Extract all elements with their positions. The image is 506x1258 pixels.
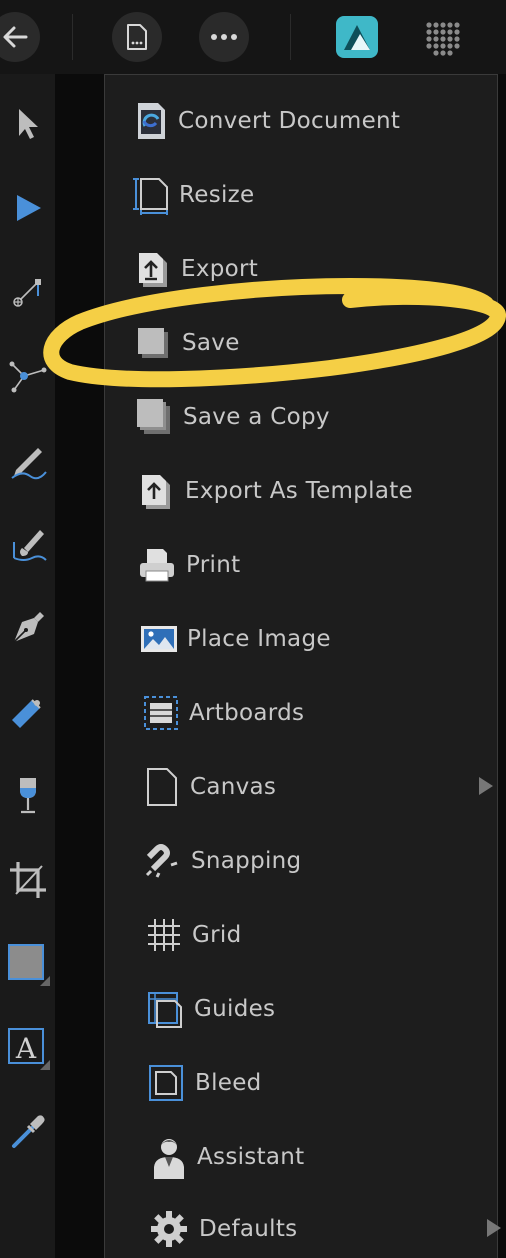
svg-text:A: A — [14, 1032, 36, 1065]
export-icon — [131, 247, 175, 291]
menu-item-convert-document[interactable]: Convert Document — [105, 85, 497, 157]
menu-item-save[interactable]: Save — [105, 307, 497, 379]
app-persona-button[interactable] — [336, 16, 378, 58]
magnet-icon — [141, 839, 185, 883]
menu-item-label: Defaults — [199, 1216, 298, 1242]
menu-item-label: Guides — [194, 996, 276, 1022]
menu-item-guides[interactable]: Guides — [105, 973, 497, 1045]
chevron-right-icon — [479, 777, 493, 795]
menu-item-label: Bleed — [195, 1070, 262, 1096]
assistant-icon — [147, 1135, 191, 1179]
menu-item-label: Convert Document — [178, 108, 401, 134]
menu-item-defaults[interactable]: Defaults — [105, 1193, 501, 1258]
point-transform-icon — [9, 361, 46, 393]
rectangle-tool[interactable] — [0, 934, 55, 994]
fill-tool[interactable] — [0, 682, 55, 742]
convert-document-icon — [129, 99, 173, 143]
menu-item-label: Export — [181, 256, 259, 282]
menu-item-artboards[interactable]: Artboards — [105, 677, 497, 749]
transparency-tool[interactable] — [0, 766, 55, 826]
menu-item-resize[interactable]: Resize — [105, 159, 497, 231]
corner-tool[interactable] — [0, 262, 55, 322]
node-tool-icon — [16, 195, 41, 221]
node-tool[interactable] — [0, 178, 55, 238]
crop-tool-icon — [9, 862, 46, 898]
toolbar-divider — [72, 14, 73, 60]
vector-brush-icon — [12, 530, 47, 561]
more-button[interactable] — [199, 12, 249, 62]
printer-icon — [135, 543, 179, 587]
pen-tool-icon — [12, 612, 44, 643]
corner-tool-icon — [12, 279, 41, 307]
export-template-icon — [134, 469, 178, 513]
menu-item-canvas[interactable]: Canvas — [105, 751, 497, 823]
more-icon — [211, 34, 237, 40]
affinity-designer-icon — [336, 16, 378, 58]
point-transform-tool[interactable] — [0, 346, 55, 406]
place-image-icon — [137, 617, 181, 661]
menu-item-label: Place Image — [187, 626, 331, 652]
gear-icon — [147, 1207, 191, 1251]
menu-item-label: Save — [182, 330, 240, 356]
text-tool-icon: A — [7, 1028, 50, 1070]
menu-item-export[interactable]: Export — [105, 233, 497, 305]
menu-item-grid[interactable]: Grid — [105, 899, 497, 971]
back-button[interactable] — [0, 12, 40, 62]
menu-item-save-a-copy[interactable]: Save a Copy — [105, 381, 497, 453]
color-picker-tool[interactable] — [0, 1102, 55, 1162]
move-tool[interactable] — [0, 94, 55, 154]
guides-icon — [143, 987, 187, 1031]
menu-item-assistant[interactable]: Assistant — [105, 1121, 497, 1193]
artboards-icon — [139, 691, 183, 735]
color-picker-icon — [11, 1115, 45, 1148]
pen-tool[interactable] — [0, 598, 55, 658]
pencil-tool-icon — [10, 448, 47, 480]
menu-item-label: Export As Template — [185, 478, 413, 504]
menu-item-label: Assistant — [197, 1144, 305, 1170]
menu-item-label: Grid — [192, 922, 242, 948]
move-tool-icon — [18, 109, 38, 139]
save-copy-icon — [132, 395, 176, 439]
text-tool[interactable]: A — [0, 1018, 55, 1078]
vector-brush-tool[interactable] — [0, 514, 55, 574]
canvas-icon — [140, 765, 184, 809]
transparency-tool-icon — [19, 778, 36, 814]
menu-item-label: Snapping — [191, 848, 302, 874]
pencil-tool[interactable] — [0, 430, 55, 490]
resize-icon — [129, 173, 173, 217]
menu-item-label: Save a Copy — [183, 404, 330, 430]
menu-item-label: Artboards — [189, 700, 305, 726]
fill-tool-icon — [11, 699, 41, 728]
menu-item-label: Canvas — [190, 774, 277, 800]
toolbar-divider — [290, 14, 291, 60]
app-window: A Convert Document Resize Export Save Sa… — [0, 0, 506, 1258]
chevron-right-icon — [487, 1219, 501, 1237]
crop-tool[interactable] — [0, 850, 55, 910]
document-button[interactable] — [112, 12, 162, 62]
grid-dots-icon — [426, 22, 460, 56]
rectangle-tool-icon — [7, 944, 50, 986]
save-icon — [131, 321, 175, 365]
document-icon — [127, 24, 147, 50]
menu-item-label: Print — [186, 552, 241, 578]
arrow-left-icon — [3, 26, 28, 48]
grid-icon — [142, 913, 186, 957]
top-toolbar — [0, 0, 506, 74]
menu-item-label: Resize — [179, 182, 255, 208]
persona-switch-button[interactable] — [423, 17, 463, 57]
document-menu: Convert Document Resize Export Save Save… — [104, 74, 501, 1258]
tools-panel: A — [0, 74, 55, 1258]
menu-item-print[interactable]: Print — [105, 529, 497, 601]
menu-item-snapping[interactable]: Snapping — [105, 825, 497, 897]
menu-item-bleed[interactable]: Bleed — [105, 1047, 497, 1119]
menu-item-place-image[interactable]: Place Image — [105, 603, 497, 675]
menu-item-export-as-template[interactable]: Export As Template — [105, 455, 497, 527]
bleed-icon — [145, 1061, 189, 1105]
